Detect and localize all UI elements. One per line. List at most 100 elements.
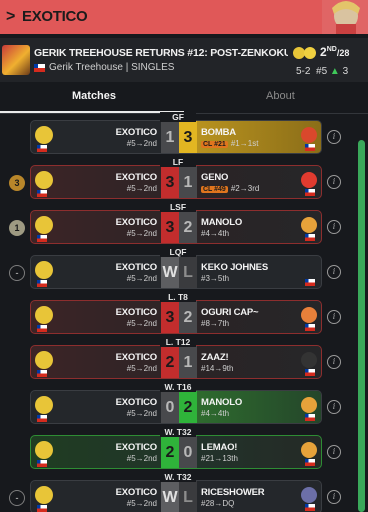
pikachu-icon [35,351,53,369]
player-two-seed: CL #21 #1→1st [201,139,258,148]
player-two-score: 0 [179,436,197,468]
match-card[interactable]: EXOTICO #5→2nd 0 2 MANOLO #4→4th [30,390,322,424]
player-one-seed: #5→2nd [126,499,157,508]
match-row[interactable]: EXOTICO #5→2nd 2 1 ZAAZ! #14→9th L. T12 i [0,337,368,383]
player-two-seed-text: #8→7th [201,319,230,328]
player-one: EXOTICO #5→2nd [31,211,161,243]
round-label: LF [160,157,196,167]
ken-icon [301,442,317,458]
player-two: LEMAO! #21→13th [197,436,321,468]
player-one-seed: #5→2nd [126,364,157,373]
player-two-name: LEMAO! [201,442,238,453]
info-icon[interactable]: i [327,490,341,504]
player-two-name: RICESHOWER [201,487,265,498]
match-card[interactable]: EXOTICO #5→2nd W L KEKO JOHNES #3→5th [30,255,322,289]
player-two-score: 2 [179,301,197,333]
player-one-seed: #5→2nd [126,274,157,283]
player-two: MANOLO #4→4th [197,391,321,423]
match-row[interactable]: EXOTICO #5→2nd 0 2 MANOLO #4→4th W. T16 i [0,382,368,428]
player-two-seed: #21→13th [201,454,238,463]
info-icon[interactable]: i [327,175,341,189]
chile-flag-icon [305,189,315,196]
player-two-seed-text: #4→4th [201,409,230,418]
pikachu-icon [35,486,53,504]
match-card[interactable]: EXOTICO #5→2nd 3 2 MANOLO #4→4th [30,210,322,244]
player-two: MANOLO #4→4th [197,211,321,243]
player-two-seed: #28→DQ [201,499,234,508]
player-two-score: 2 [179,391,197,423]
player-two-seed-text: #3→5th [201,274,230,283]
event-header[interactable]: GERIK TREEHOUSE RETURNS #12: POST-ZENKOK… [0,38,368,82]
pikachu-icon [35,441,53,459]
event-placing: 2ND/28 [320,45,350,59]
player-two: OGURI CAP~ #8→7th [197,301,321,333]
villager-icon [301,127,317,143]
pikachu-icon [35,216,53,234]
player-two-score: L [179,256,197,288]
player-one-score: 1 [161,121,179,153]
info-icon[interactable]: i [327,400,341,414]
info-icon[interactable]: i [327,310,341,324]
match-row[interactable]: EXOTICO #5→2nd 3 2 OGURI CAP~ #8→7th L. T8 i [0,292,368,338]
chile-flag-icon [305,504,315,511]
player-one-score: 3 [161,301,179,333]
info-icon[interactable]: i [327,130,341,144]
player-two-seed-text: #1→1st [230,139,259,148]
ken-icon [301,217,317,233]
chile-flag-icon [305,234,315,241]
info-icon[interactable]: i [327,445,341,459]
info-icon[interactable]: i [327,265,341,279]
player-one-seed: #5→2nd [126,139,157,148]
match-row[interactable]: - EXOTICO #5→2nd W L KEKO JOHNES #3→5th LQF i [0,247,368,293]
chile-flag-icon [37,235,47,242]
match-row[interactable]: 1 EXOTICO #5→2nd 3 2 MANOLO #4→4th LSF i [0,202,368,248]
pikachu-icon [35,306,53,324]
player-one: EXOTICO #5→2nd [31,481,161,512]
chile-flag-icon [37,505,47,512]
player-one-name: EXOTICO [115,352,158,363]
match-card[interactable]: EXOTICO #5→2nd 2 0 LEMAO! #21→13th [30,435,322,469]
player-two: KEKO JOHNES #3→5th [197,256,321,288]
match-card[interactable]: EXOTICO #5→2nd 2 1 ZAAZ! #14→9th [30,345,322,379]
player-two-seed: #3→5th [201,274,229,283]
upset-badge: 3 [9,175,25,191]
chile-flag-icon [37,280,47,287]
match-card[interactable]: EXOTICO #5→2nd 3 2 OGURI CAP~ #8→7th [30,300,322,334]
player-one-score: 3 [161,211,179,243]
tab-matches[interactable]: Matches [72,90,116,102]
match-card[interactable]: EXOTICO #5→2nd 3 1 GENO CL #49 #2→3rd [30,165,322,199]
player-banner[interactable]: > EXOTICO [0,0,368,34]
info-icon[interactable]: i [327,355,341,369]
player-one: EXOTICO #5→2nd [31,346,161,378]
match-card[interactable]: EXOTICO #5→2nd 1 3 BOMBA CL #21 #1→1st [30,120,322,154]
player-one-name: EXOTICO [115,442,158,453]
round-label: LSF [160,202,196,212]
match-row[interactable]: 3 EXOTICO #5→2nd 3 1 GENO CL #49 #2→3rd LF i [0,157,368,203]
active-tab-indicator [0,111,184,113]
match-row[interactable]: EXOTICO #5→2nd 2 0 LEMAO! #21→13th W. T32 i [0,427,368,473]
chile-flag-icon [37,460,47,467]
player-one-score: 2 [161,346,179,378]
match-card[interactable]: EXOTICO #5→2nd W L RICESHOWER #28→DQ [30,480,322,512]
tab-bar: Matches About [0,84,368,114]
upset-badge: - [9,265,25,281]
event-record: 5-2 #5 ▲ 3 [296,66,349,77]
player-two: RICESHOWER #28→DQ [197,481,321,512]
match-row[interactable]: EXOTICO #5→2nd 1 3 BOMBA CL #21 #1→1st GF i [0,112,368,158]
player-two-name: ZAAZ! [201,352,229,363]
robot-icon [301,487,317,503]
player-one-score: 2 [161,436,179,468]
chile-flag-icon [37,190,47,197]
tab-about[interactable]: About [266,90,295,102]
player-two-name: MANOLO [201,397,243,408]
player-one-name: EXOTICO [115,397,158,408]
match-row[interactable]: - EXOTICO #5→2nd W L RICESHOWER #28→DQ W. T32 i [0,472,368,512]
info-icon[interactable]: i [327,220,341,234]
player-two-name: MANOLO [201,217,243,228]
chile-flag-icon [305,279,315,286]
player-one-name: EXOTICO [115,307,158,318]
circuit-league-badge: CL #21 [201,141,228,148]
player-two-score: 2 [179,211,197,243]
player-one-score: 0 [161,391,179,423]
player-two: GENO CL #49 #2→3rd [197,166,321,198]
